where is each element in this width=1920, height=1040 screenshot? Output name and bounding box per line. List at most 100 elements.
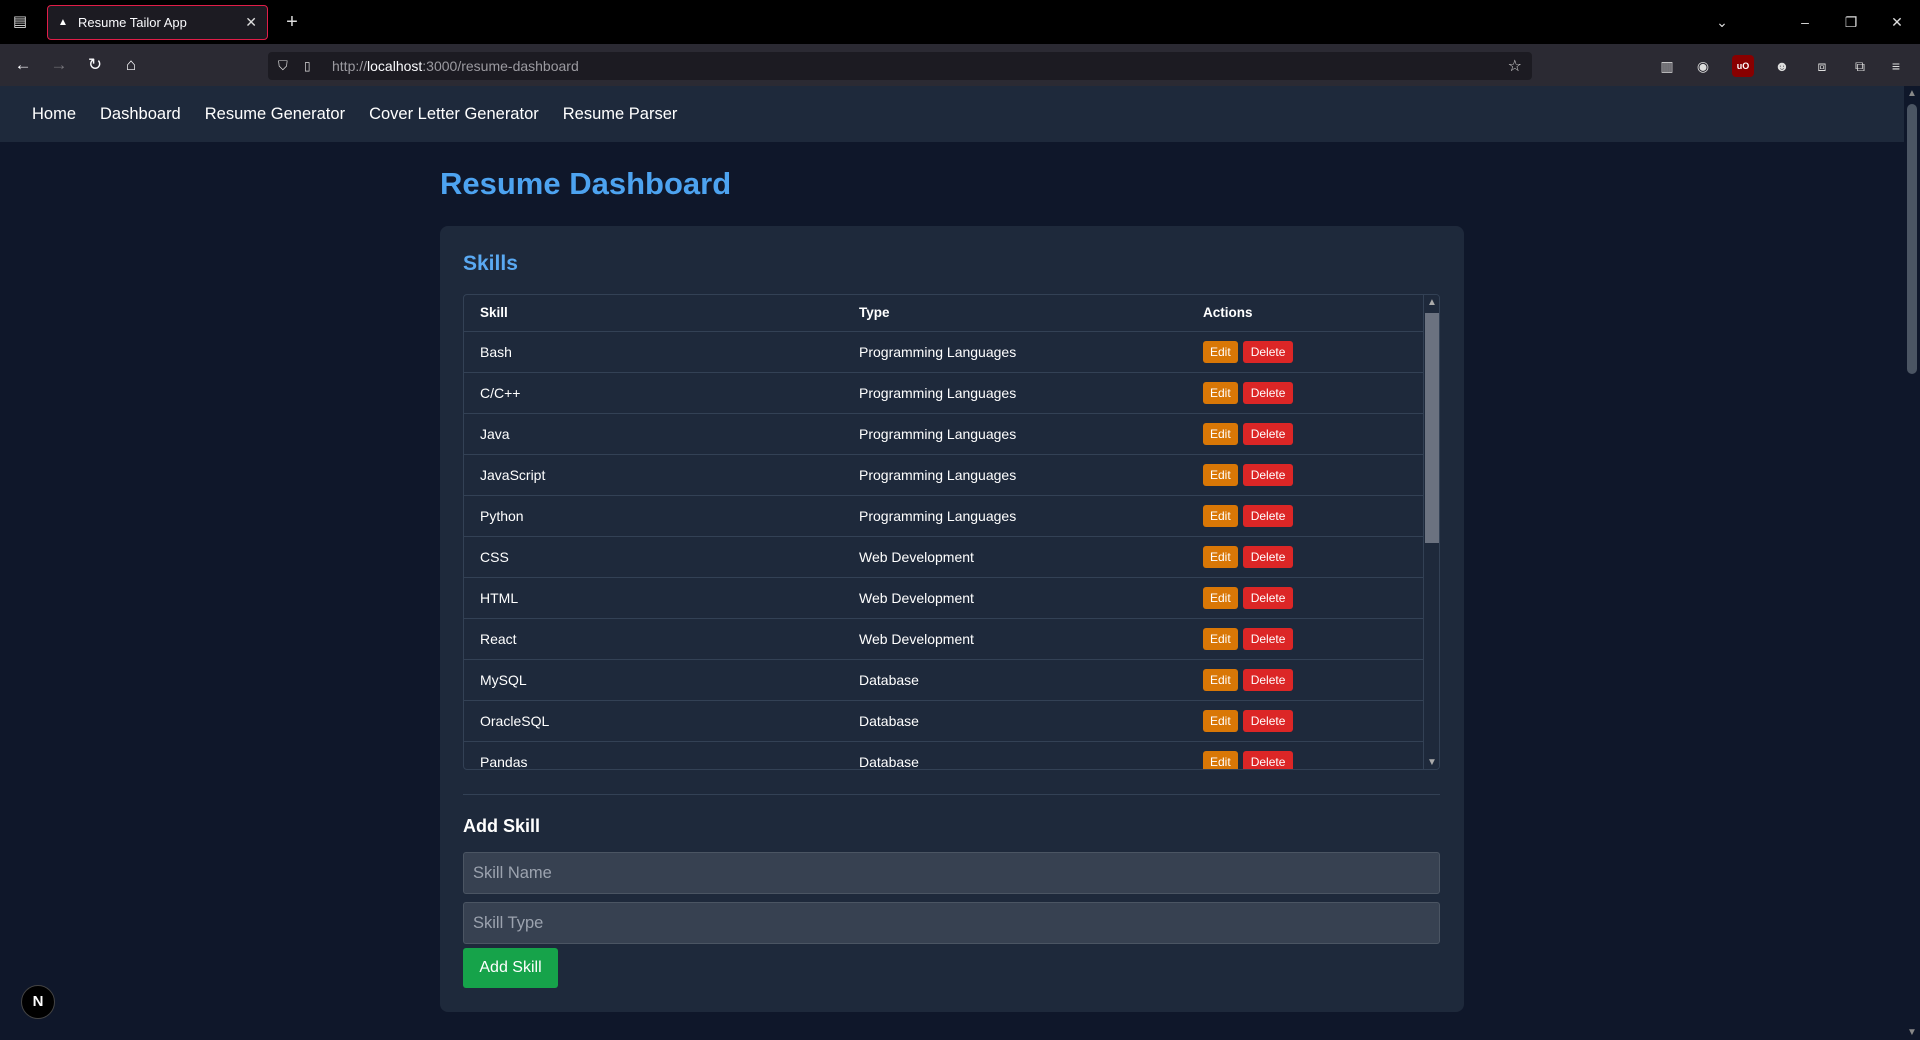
nav-resume-generator[interactable]: Resume Generator — [205, 105, 345, 124]
close-tab-icon[interactable]: ✕ — [245, 14, 257, 31]
nav-home[interactable]: Home — [32, 105, 76, 124]
actions-cell: Edit Delete — [1187, 699, 1424, 741]
scroll-up-arrow-icon[interactable]: ▲ — [1424, 295, 1439, 311]
actions-cell: Edit Delete — [1187, 658, 1424, 700]
tab-title: Resume Tailor App — [78, 15, 187, 30]
edit-button[interactable]: Edit — [1203, 504, 1238, 527]
skill-cell: Python — [464, 494, 843, 536]
page-scroll-thumb[interactable] — [1907, 104, 1917, 374]
new-tab-icon[interactable]: + — [280, 10, 304, 34]
delete-button[interactable]: Delete — [1242, 381, 1294, 404]
account-icon[interactable]: ◉ — [1692, 55, 1714, 77]
url-text[interactable]: http://localhost:3000/resume-dashboard — [332, 58, 579, 74]
skill-cell: JavaScript — [464, 453, 843, 495]
skill-cell: C/C++ — [464, 371, 843, 413]
section-divider — [463, 794, 1440, 795]
type-cell: Web Development — [843, 617, 1187, 659]
delete-button[interactable]: Delete — [1242, 504, 1294, 527]
edit-button[interactable]: Edit — [1203, 340, 1238, 363]
sidebar-icon[interactable]: ▥ — [1656, 55, 1678, 77]
column-header-actions: Actions — [1203, 305, 1253, 321]
delete-button[interactable]: Delete — [1242, 545, 1294, 568]
home-icon[interactable]: ⌂ — [119, 53, 143, 77]
nextjs-dev-badge[interactable]: N — [21, 985, 55, 1019]
table-scrollbar[interactable]: ▲ ▼ — [1423, 295, 1439, 769]
nav-dashboard[interactable]: Dashboard — [100, 105, 181, 124]
table-row: Python Programming Languages Edit Delete — [464, 494, 1424, 536]
edit-button[interactable]: Edit — [1203, 381, 1238, 404]
edit-button[interactable]: Edit — [1203, 668, 1238, 691]
type-cell: Programming Languages — [843, 371, 1187, 413]
table-header-row: Skill Type Actions — [464, 295, 1424, 331]
add-skill-button[interactable]: Add Skill — [463, 948, 558, 988]
column-header-skill: Skill — [480, 305, 508, 321]
skill-type-input[interactable] — [463, 902, 1440, 944]
address-bar[interactable]: ⛉ ▯ http://localhost:3000/resume-dashboa… — [268, 52, 1532, 80]
close-window-icon[interactable]: ✕ — [1882, 10, 1912, 34]
page-scrollbar[interactable]: ▲ ▼ — [1904, 86, 1920, 1040]
edit-button[interactable]: Edit — [1203, 750, 1238, 769]
restore-icon[interactable]: ❐ — [1836, 10, 1866, 34]
menu-icon[interactable]: ≡ — [1885, 55, 1907, 77]
bookmark-star-icon[interactable]: ☆ — [1508, 56, 1522, 76]
delete-button[interactable]: Delete — [1242, 627, 1294, 650]
skill-cell: CSS — [464, 535, 843, 577]
minimize-icon[interactable]: – — [1790, 10, 1820, 34]
type-cell: Web Development — [843, 535, 1187, 577]
type-cell: Programming Languages — [843, 494, 1187, 536]
table-row: Pandas Database Edit Delete — [464, 740, 1424, 769]
skills-card: Skills Skill Type Actions Bash Programmin… — [440, 226, 1464, 1012]
skills-table-container[interactable]: Skill Type Actions Bash Programming Langu… — [463, 294, 1440, 770]
type-cell: Programming Languages — [843, 330, 1187, 372]
edit-button[interactable]: Edit — [1203, 709, 1238, 732]
extension-face-icon[interactable]: ☻ — [1771, 55, 1793, 77]
actions-cell: Edit Delete — [1187, 371, 1424, 413]
app-navbar: Home Dashboard Resume Generator Cover Le… — [0, 86, 1904, 142]
list-all-tabs-icon[interactable]: ⌄ — [1707, 10, 1737, 34]
tab-list-icon[interactable]: ▤ — [10, 12, 30, 32]
delete-button[interactable]: Delete — [1242, 586, 1294, 609]
delete-button[interactable]: Delete — [1242, 463, 1294, 486]
actions-cell: Edit Delete — [1187, 535, 1424, 577]
delete-button[interactable]: Delete — [1242, 750, 1294, 769]
app-viewport: Home Dashboard Resume Generator Cover Le… — [0, 86, 1904, 1040]
edit-button[interactable]: Edit — [1203, 422, 1238, 445]
actions-cell: Edit Delete — [1187, 617, 1424, 659]
delete-button[interactable]: Delete — [1242, 422, 1294, 445]
edit-button[interactable]: Edit — [1203, 463, 1238, 486]
browser-tab-bar: ▤ ▲ Resume Tailor App ✕ + ⌄ – ❐ ✕ — [0, 0, 1920, 44]
page-scroll-down-icon[interactable]: ▼ — [1904, 1027, 1920, 1038]
nav-cover-letter-generator[interactable]: Cover Letter Generator — [369, 105, 539, 124]
reload-icon[interactable]: ↻ — [83, 53, 107, 77]
page-scroll-up-icon[interactable]: ▲ — [1904, 88, 1920, 99]
actions-cell: Edit Delete — [1187, 412, 1424, 454]
type-cell: Database — [843, 699, 1187, 741]
skill-cell: HTML — [464, 576, 843, 618]
page-icon[interactable]: ▯ — [304, 59, 320, 73]
extensions-puzzle-icon[interactable]: ⧉ — [1849, 55, 1871, 77]
shield-icon[interactable]: ⛉ — [278, 58, 294, 74]
skills-table-body: Bash Programming Languages Edit Delete C/C++… — [464, 330, 1424, 769]
forward-icon[interactable]: → — [47, 53, 71, 77]
triangle-favicon-icon: ▲ — [58, 16, 68, 28]
delete-button[interactable]: Delete — [1242, 668, 1294, 691]
browser-tab[interactable]: ▲ Resume Tailor App ✕ — [47, 5, 268, 40]
delete-button[interactable]: Delete — [1242, 340, 1294, 363]
table-scroll-thumb[interactable] — [1425, 313, 1439, 543]
actions-cell: Edit Delete — [1187, 494, 1424, 536]
table-row: JavaScript Programming Languages Edit Delet… — [464, 453, 1424, 495]
table-row: HTML Web Development Edit Delete — [464, 576, 1424, 618]
nav-resume-parser[interactable]: Resume Parser — [563, 105, 678, 124]
edit-button[interactable]: Edit — [1203, 627, 1238, 650]
edit-button[interactable]: Edit — [1203, 545, 1238, 568]
url-prefix: http:// — [332, 58, 368, 74]
back-icon[interactable]: ← — [11, 53, 35, 77]
add-skill-title: Add Skill — [463, 816, 541, 836]
ublock-icon[interactable]: uO — [1732, 55, 1754, 77]
skill-name-input[interactable] — [463, 852, 1440, 894]
actions-cell: Edit Delete — [1187, 576, 1424, 618]
scroll-down-arrow-icon[interactable]: ▼ — [1424, 755, 1439, 769]
edit-button[interactable]: Edit — [1203, 586, 1238, 609]
delete-button[interactable]: Delete — [1242, 709, 1294, 732]
extension-k-icon[interactable]: ⧈ — [1811, 55, 1833, 77]
